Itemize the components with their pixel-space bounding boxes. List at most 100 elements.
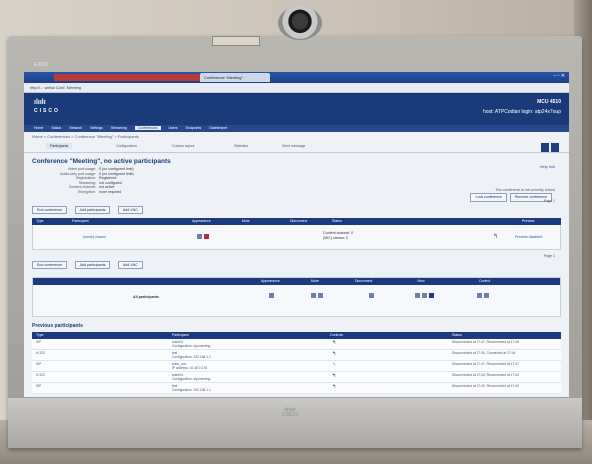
- add-participants-button[interactable]: Add participants: [74, 205, 111, 214]
- pager-lower[interactable]: Page 1: [544, 254, 555, 258]
- col-control-all: Control: [479, 278, 491, 283]
- tab-custom-layout[interactable]: Custom layout: [172, 144, 194, 148]
- col-prev-controls: Controls: [330, 332, 344, 337]
- prev-type: H.323: [36, 372, 45, 377]
- print-icon[interactable]: [541, 143, 549, 152]
- col-prev-status: Status: [452, 332, 462, 337]
- disconnect-all-control[interactable]: [369, 292, 376, 299]
- table-row[interactable]: H.323 sutm04 Configuration: sip:meeting …: [32, 371, 561, 383]
- camera-label-tag: [212, 36, 260, 46]
- previous-participants-title: Previous participants: [32, 322, 83, 329]
- prev-status: Disconnected at 17:42, Reconnected at 17…: [452, 383, 519, 388]
- all-participants-panel: Appearance Mute Disconnect View Control …: [32, 276, 561, 317]
- device-brand-label: EX90: [34, 62, 49, 68]
- col-disconnect: Disconnect: [290, 218, 308, 223]
- table-row[interactable]: H.323 test Configuration: 192.168.1.1 ↰ …: [32, 349, 561, 361]
- col-mute-all: Mute: [311, 278, 319, 283]
- taskbar-strip: [54, 74, 214, 81]
- col-type[interactable]: Type: [36, 218, 44, 225]
- lower-bezel: [8, 398, 582, 448]
- prev-type: SIP: [36, 339, 42, 344]
- nav-endpoints[interactable]: Endpoints: [186, 126, 202, 130]
- reconnect-icon[interactable]: ↰: [332, 351, 336, 356]
- prev-status: Disconnected at 17:47, Reconnected at 17…: [452, 361, 519, 366]
- col-prev-type[interactable]: Type: [36, 332, 44, 339]
- col-disconnect-all: Disconnect: [355, 278, 373, 283]
- prev-status: Disconnected at 17:47, Reconnected at 17…: [452, 339, 519, 344]
- mute-all-controls[interactable]: [311, 292, 325, 299]
- col-mute: Mute: [242, 218, 250, 223]
- nav-settings[interactable]: Settings: [90, 126, 103, 130]
- prev-sub: IP address: 10.48.0.178: [172, 365, 207, 370]
- appearance-all-controls[interactable]: [269, 292, 276, 299]
- nav-gatekeeper[interactable]: Gatekeeper: [209, 126, 227, 130]
- device-model: MCU 4510: [537, 99, 561, 105]
- col-view-all: View: [417, 278, 425, 283]
- cisco-logo: ılıılı CISCO: [34, 99, 60, 114]
- col-preview: Preview: [522, 218, 535, 223]
- summary-header: Appearance Mute Disconnect View Control: [33, 277, 560, 285]
- action-row-lower: End conference Add participants Add VNC …: [24, 250, 569, 273]
- tab-configuration[interactable]: Configuration: [116, 144, 137, 148]
- sub-tabs: Participants Configuration Custom layout…: [24, 141, 569, 153]
- prev-status: Disconnected at 17:44, Reconnected at 17…: [452, 372, 519, 377]
- cisco-header: ılıılı CISCO MCU 4510 host: ATPCodian log…: [24, 93, 569, 125]
- prev-type: SIP: [36, 361, 42, 366]
- page-title: Conference "Meeting", no active particip…: [32, 158, 171, 165]
- participant-name[interactable]: (some) closed: [83, 235, 106, 239]
- host-login: host: ATPCodian login: atp24x7oup: [482, 109, 561, 115]
- end-conference-button-2[interactable]: End conference: [32, 260, 68, 269]
- col-status: Status: [332, 218, 342, 223]
- col-appearance-all: Appearance: [261, 278, 280, 283]
- pager[interactable]: Page 1: [544, 199, 555, 203]
- add-vnc-button[interactable]: Add VNC: [117, 205, 143, 214]
- page-icons: [539, 143, 559, 153]
- col-prev-participant[interactable]: Participant: [172, 332, 189, 339]
- table-row[interactable]: SIP sutm_con IP address: 10.48.0.178 ↰ D…: [32, 360, 561, 372]
- nav-home[interactable]: Home: [34, 126, 43, 130]
- tab-send-message[interactable]: Send message: [282, 144, 305, 148]
- control-all-controls[interactable]: [477, 292, 491, 299]
- status-text-1: Content channel: 0: [323, 230, 354, 235]
- table-row[interactable]: SIP sutm04 Configuration: sip:meeting ↰ …: [32, 338, 561, 350]
- prev-type: H.323: [36, 350, 45, 355]
- reconnect-icon[interactable]: ↰: [332, 384, 336, 389]
- preview-link[interactable]: Preview disabled: [515, 235, 542, 239]
- nav-streaming[interactable]: Streaming: [111, 126, 127, 130]
- add-vnc-button-2[interactable]: Add VNC: [117, 260, 143, 269]
- reconnect-icon[interactable]: ↰: [493, 233, 498, 240]
- prev-status: Disconnected at 17:46, Connected at 17:4…: [452, 350, 516, 355]
- action-row: End conference Add participants Add VNC …: [24, 195, 569, 218]
- view-all-controls[interactable]: [415, 292, 436, 299]
- participants-table-header: Type Participant Appearance Mute Disconn…: [32, 217, 561, 225]
- nav-network[interactable]: Network: [69, 126, 82, 130]
- info-icon[interactable]: [551, 143, 559, 152]
- end-conference-button[interactable]: End conference: [32, 205, 68, 214]
- nav-users[interactable]: Users: [169, 126, 178, 130]
- reconnect-icon[interactable]: ↰: [332, 362, 336, 367]
- breadcrumb[interactable]: Home > Conferences > Conference "Meeting…: [24, 132, 569, 141]
- tab-statistics[interactable]: Statistics: [234, 144, 248, 148]
- status-text-2: (MIC) stream: 0: [323, 235, 348, 240]
- main-nav: Home Status Network Settings Streaming C…: [24, 125, 569, 132]
- col-appearance: Appearance: [192, 218, 211, 223]
- prev-type: SIP: [36, 383, 42, 388]
- add-participants-button-2[interactable]: Add participants: [74, 260, 111, 269]
- reconnect-icon[interactable]: ↰: [332, 373, 336, 378]
- nav-status[interactable]: Status: [51, 126, 61, 130]
- col-participant[interactable]: Participant: [72, 218, 89, 225]
- browser-tab[interactable]: Conference "Meeting": [200, 73, 270, 82]
- prev-sub: Configuration: 192.168.1.1: [172, 387, 211, 392]
- bezel-cisco-logo: ahah CISCO: [282, 407, 298, 418]
- tab-participants[interactable]: Participants: [46, 143, 73, 149]
- address-bar[interactable]: http://... webui Conf. Meeting: [24, 83, 569, 93]
- table-row[interactable]: SIP test Configuration: 192.168.1.1 ↰ Di…: [32, 382, 561, 394]
- prev-sub: Configuration: 192.168.1.1: [172, 354, 211, 359]
- window-controls[interactable]: – ▫ ✕: [553, 73, 565, 79]
- reconnect-icon[interactable]: ↰: [332, 340, 336, 345]
- previous-participants-table: Type Participant Controls Status SIP sut…: [32, 331, 561, 394]
- prev-sub: Configuration: sip:meeting: [172, 376, 211, 381]
- nav-conferences[interactable]: Conferences: [134, 126, 161, 130]
- appearance-controls[interactable]: [197, 233, 211, 240]
- help-link[interactable]: Help link: [540, 164, 555, 169]
